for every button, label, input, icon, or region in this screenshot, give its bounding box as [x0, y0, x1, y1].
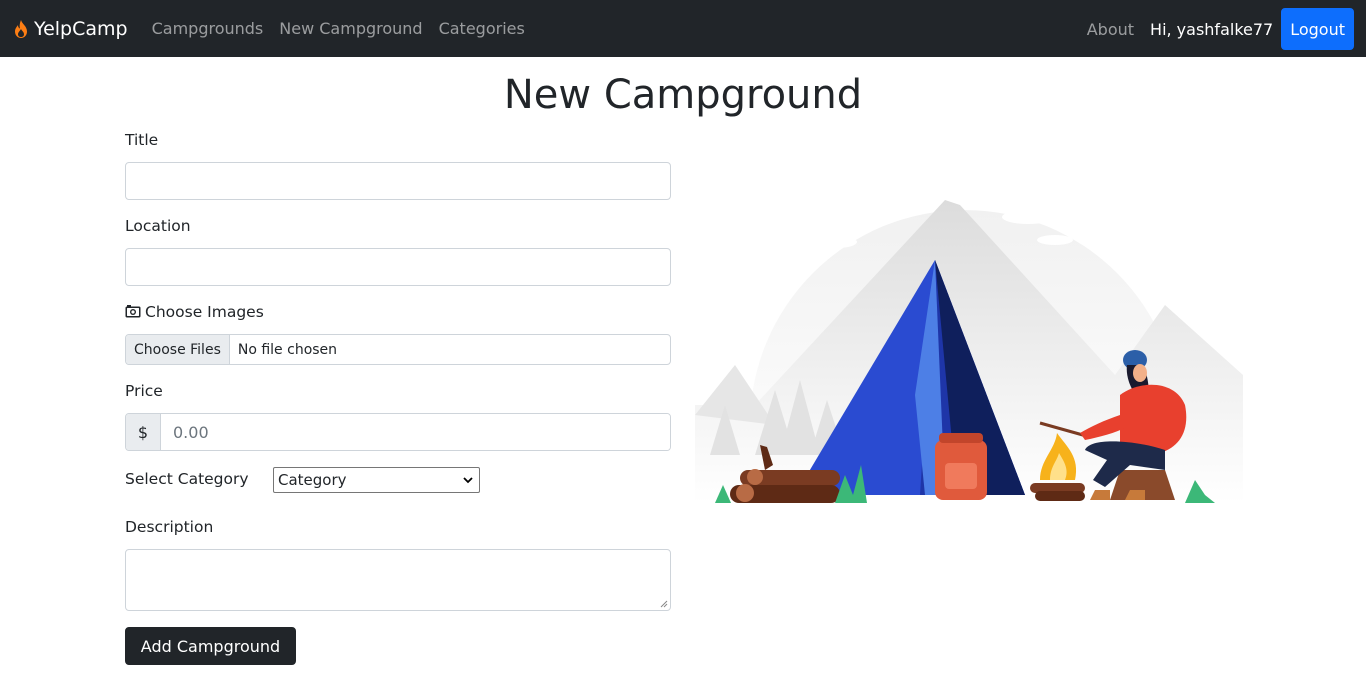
category-selected-value: Category	[278, 471, 347, 489]
nav-links: Campgrounds New Campground Categories	[152, 19, 541, 38]
brand-logo[interactable]: YelpCamp	[11, 18, 128, 40]
camera-icon	[125, 305, 141, 318]
page-title: New Campground	[503, 72, 863, 118]
price-input-group: $	[125, 413, 671, 451]
nav-right: About Hi, yashfalke77 Logout	[1087, 8, 1354, 50]
images-label: Choose Images	[125, 303, 264, 321]
camping-illustration	[695, 200, 1243, 503]
nav-link-categories[interactable]: Categories	[439, 19, 525, 38]
description-textarea[interactable]	[125, 549, 671, 611]
file-status: No file chosen	[237, 341, 338, 358]
description-label: Description	[125, 518, 214, 536]
title-input[interactable]	[125, 162, 671, 200]
price-input[interactable]	[161, 414, 670, 450]
file-input[interactable]: Choose Files No file chosen	[125, 334, 671, 365]
nav-link-campgrounds[interactable]: Campgrounds	[152, 19, 264, 38]
flame-icon	[15, 19, 27, 38]
price-label: Price	[125, 382, 163, 400]
choose-files-button[interactable]: Choose Files	[126, 335, 230, 364]
logout-button[interactable]: Logout	[1281, 8, 1354, 50]
resize-grip-icon[interactable]	[660, 600, 668, 608]
navbar: YelpCamp Campgrounds New Campground Cate…	[0, 0, 1366, 57]
nav-link-about[interactable]: About	[1087, 20, 1134, 39]
add-campground-button[interactable]: Add Campground	[125, 627, 296, 665]
currency-addon: $	[126, 414, 161, 450]
category-select[interactable]: Category	[273, 467, 480, 493]
images-label-text: Choose Images	[145, 303, 264, 321]
chevron-down-icon	[463, 476, 473, 483]
location-label: Location	[125, 217, 191, 235]
user-greeting: Hi, yashfalke77	[1150, 19, 1274, 39]
nav-link-new-campground[interactable]: New Campground	[279, 19, 422, 38]
brand-name: YelpCamp	[34, 17, 128, 40]
location-input[interactable]	[125, 248, 671, 286]
category-label: Select Category	[125, 470, 249, 488]
title-label: Title	[125, 131, 159, 149]
